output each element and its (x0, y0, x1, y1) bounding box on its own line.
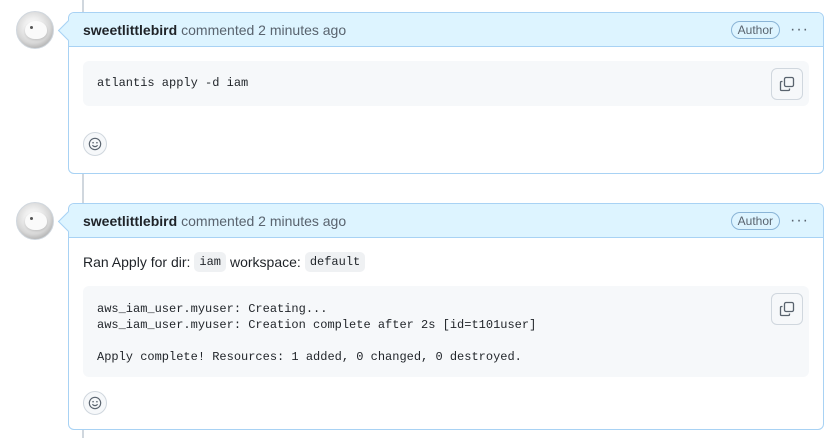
author-link[interactable]: sweetlittlebird (83, 22, 177, 38)
dir-label: Ran Apply for dir: (83, 254, 191, 270)
comment-header: sweetlittlebird commented 2 minutes ago … (69, 204, 823, 238)
kebab-horizontal-icon[interactable]: ··· (790, 212, 809, 229)
result-summary: Ran Apply for dir: iam workspace: defaul… (83, 252, 809, 272)
comment-header: sweetlittlebird commented 2 minutes ago … (69, 13, 823, 47)
code-line: aws_iam_user.myuser: Creation complete a… (97, 318, 537, 332)
smiley-icon (88, 396, 102, 410)
author-badge: Author (730, 20, 781, 39)
bird-image (25, 21, 47, 39)
add-reaction-button[interactable] (83, 391, 107, 415)
comment-card: sweetlittlebird commented 2 minutes ago … (68, 12, 824, 174)
author-badge: Author (730, 211, 781, 230)
copy-icon (779, 301, 795, 317)
kebab-horizontal-icon[interactable]: ··· (790, 21, 809, 38)
bird-eye (30, 217, 33, 220)
dir-value: iam (194, 252, 226, 272)
code-block: aws_iam_user.myuser: Creating... aws_iam… (83, 286, 809, 377)
comment-card: sweetlittlebird commented 2 minutes ago … (68, 203, 824, 430)
author-link[interactable]: sweetlittlebird (83, 213, 177, 229)
code-block: atlantis apply -d iam (83, 61, 809, 106)
copy-button[interactable] (771, 68, 803, 100)
workspace-value: default (304, 252, 366, 272)
avatar[interactable] (16, 11, 54, 49)
code-line: atlantis apply -d iam (97, 76, 249, 90)
copy-button[interactable] (771, 293, 803, 325)
bird-image (25, 212, 47, 230)
add-reaction-button[interactable] (83, 132, 107, 156)
copy-icon (779, 76, 795, 92)
code-line: aws_iam_user.myuser: Creating... (97, 302, 328, 316)
code-line: Apply complete! Resources: 1 added, 0 ch… (97, 350, 522, 364)
workspace-label: workspace: (230, 254, 301, 270)
comment-timestamp[interactable]: commented 2 minutes ago (181, 213, 346, 229)
avatar[interactable] (16, 202, 54, 240)
bird-eye (30, 26, 33, 29)
comment-body: Ran Apply for dir: iam workspace: defaul… (69, 238, 823, 427)
smiley-icon (88, 137, 102, 151)
comment-body: atlantis apply -d iam (69, 47, 823, 168)
comment-timestamp[interactable]: commented 2 minutes ago (181, 22, 346, 38)
